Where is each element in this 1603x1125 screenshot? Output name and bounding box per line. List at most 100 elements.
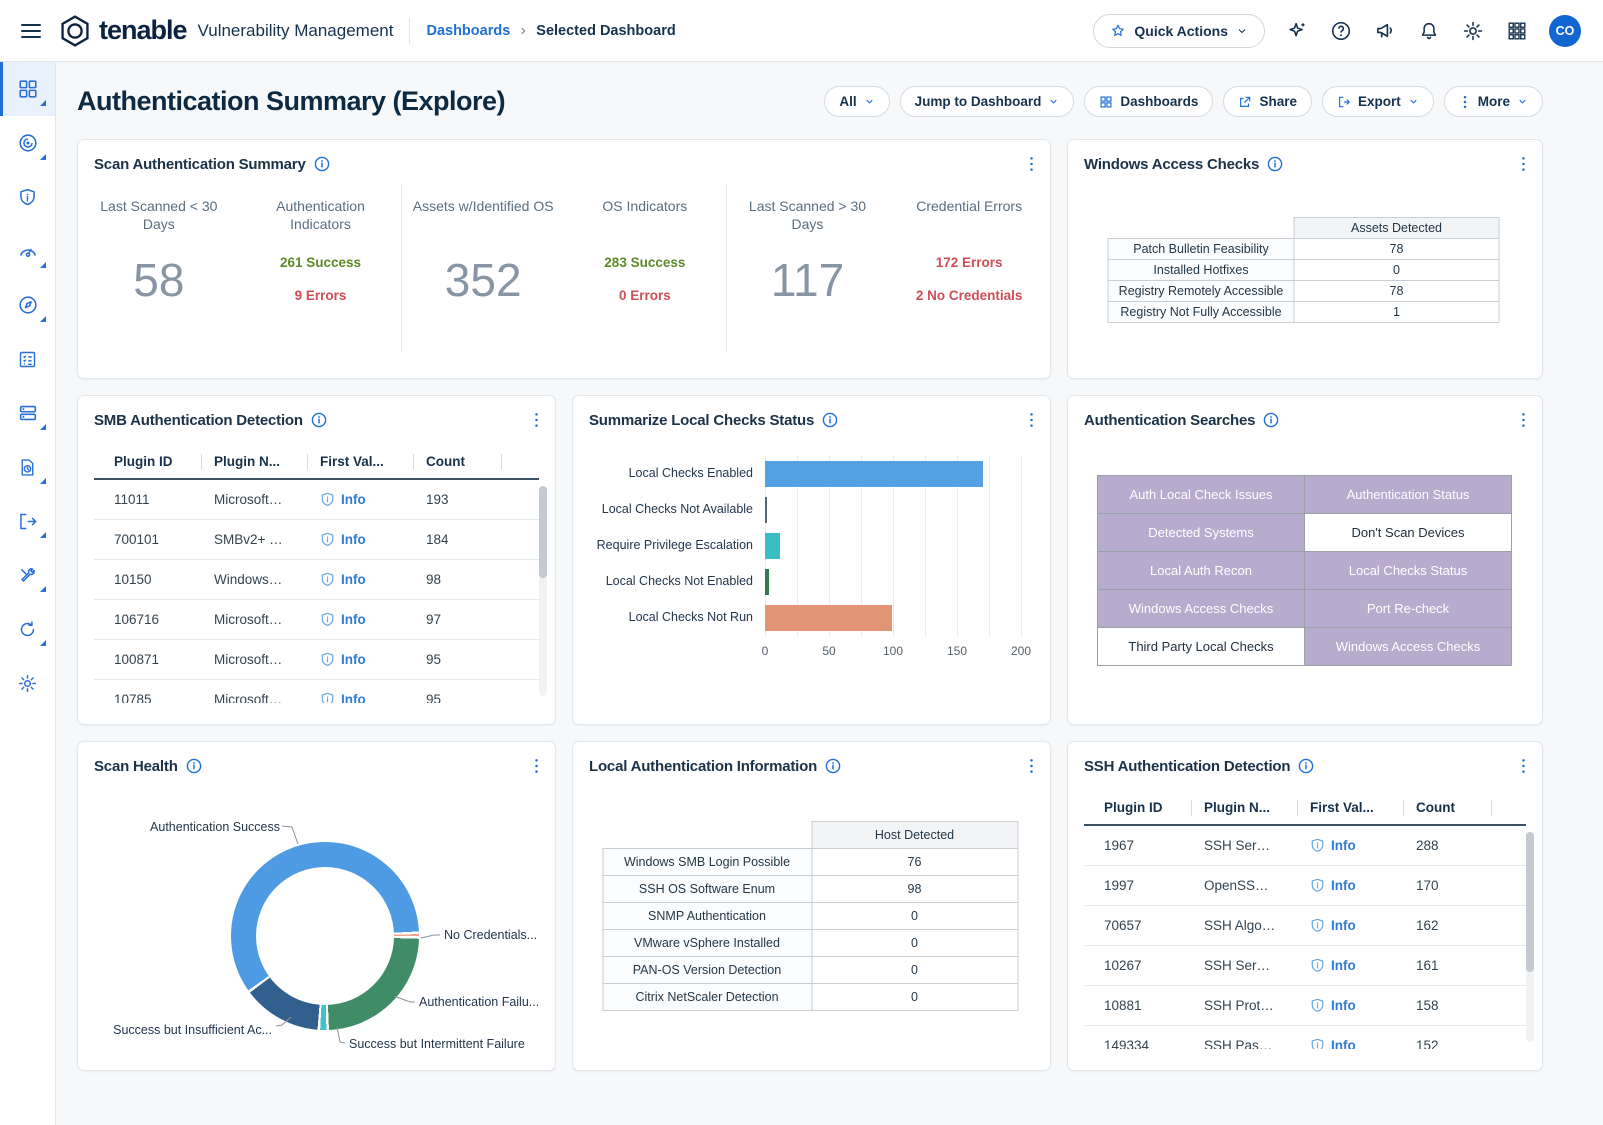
table-row[interactable]: 10881SSH Prot…Info158: [1084, 986, 1526, 1026]
quick-actions-button[interactable]: Quick Actions: [1093, 14, 1265, 48]
search-tile[interactable]: Windows Access Checks: [1097, 589, 1305, 628]
share-button[interactable]: Share: [1223, 86, 1312, 117]
info-link[interactable]: Info: [1331, 998, 1356, 1013]
search-tile[interactable]: Detected Systems: [1097, 513, 1305, 552]
table-row[interactable]: 106716Microsoft…Info97: [94, 600, 539, 640]
metric-success-line[interactable]: 283 Success: [604, 255, 685, 270]
table-row[interactable]: 10785Microsoft…Info95: [94, 680, 539, 703]
tenable-logo[interactable]: tenable Vulnerability Management: [58, 14, 393, 48]
info-link[interactable]: Info: [1331, 838, 1356, 853]
info-icon[interactable]: [1263, 412, 1279, 428]
notifications-bell-icon[interactable]: [1417, 19, 1441, 43]
metric-error-line[interactable]: 9 Errors: [295, 288, 347, 303]
search-tile[interactable]: Local Checks Status: [1304, 551, 1512, 590]
table-row[interactable]: Patch Bulletin Feasibility78: [1109, 239, 1502, 260]
table-row[interactable]: 1967SSH Ser…Info288: [1084, 826, 1526, 866]
search-tile[interactable]: Auth Local Check Issues: [1097, 475, 1305, 514]
export-button[interactable]: Export: [1322, 86, 1434, 117]
sidebar-item-refresh[interactable]: [0, 602, 55, 656]
info-icon[interactable]: [822, 412, 838, 428]
search-tile[interactable]: Authentication Status: [1304, 475, 1512, 514]
column-header-plugin-name[interactable]: Plugin N...: [202, 454, 308, 470]
info-icon[interactable]: [186, 758, 202, 774]
scrollbar-thumb[interactable]: [539, 486, 547, 578]
table-row[interactable]: Citrix NetScaler Detection0: [603, 984, 1020, 1011]
sidebar-item-reports[interactable]: [0, 440, 55, 494]
sidebar-item-export[interactable]: [0, 494, 55, 548]
metric-error-line[interactable]: 2 No Credentials: [916, 288, 1023, 303]
table-row[interactable]: 10150Windows…Info98: [94, 560, 539, 600]
metric-value[interactable]: 117: [771, 253, 844, 307]
column-header-first-value[interactable]: First Val...: [308, 454, 414, 470]
table-row[interactable]: SNMP Authentication0: [603, 903, 1020, 930]
hamburger-menu-icon[interactable]: [16, 16, 46, 46]
sidebar-item-scans[interactable]: [0, 386, 55, 440]
kebab-menu-icon[interactable]: [534, 411, 539, 429]
table-row[interactable]: 11011Microsoft…Info193: [94, 480, 539, 520]
info-icon[interactable]: [311, 412, 327, 428]
sidebar-item-settings[interactable]: [0, 656, 55, 710]
info-link[interactable]: Info: [341, 532, 366, 547]
info-icon[interactable]: [1298, 758, 1314, 774]
info-link[interactable]: Info: [341, 692, 366, 703]
metric-success-line[interactable]: 261 Success: [280, 255, 361, 270]
info-link[interactable]: Info: [341, 612, 366, 627]
scrollbar-thumb[interactable]: [1526, 832, 1534, 972]
sidebar-item-dashboards[interactable]: [0, 62, 55, 116]
sidebar-item-checklist[interactable]: [0, 332, 55, 386]
info-link[interactable]: Info: [1331, 878, 1356, 893]
column-header-count[interactable]: Count: [414, 454, 502, 470]
metric-error-line[interactable]: 172 Errors: [936, 255, 1003, 270]
search-tile[interactable]: Port Re-check: [1304, 589, 1512, 628]
table-row[interactable]: PAN-OS Version Detection0: [603, 957, 1020, 984]
info-link[interactable]: Info: [341, 572, 366, 587]
info-link[interactable]: Info: [341, 652, 366, 667]
dashboards-button[interactable]: Dashboards: [1084, 86, 1213, 117]
table-row[interactable]: 10267SSH Ser…Info161: [1084, 946, 1526, 986]
table-row[interactable]: 100871Microsoft…Info95: [94, 640, 539, 680]
ai-sparkle-icon[interactable]: [1285, 19, 1309, 43]
sidebar-item-explore[interactable]: [0, 278, 55, 332]
jump-to-dashboard-button[interactable]: Jump to Dashboard: [900, 86, 1075, 117]
column-header-plugin-name[interactable]: Plugin N...: [1192, 800, 1298, 816]
sidebar-item-findings[interactable]: [0, 116, 55, 170]
info-icon[interactable]: [825, 758, 841, 774]
bar[interactable]: [765, 533, 780, 559]
kebab-menu-icon[interactable]: [1521, 757, 1526, 775]
kebab-menu-icon[interactable]: [1521, 155, 1526, 173]
search-tile[interactable]: Third Party Local Checks: [1097, 627, 1305, 666]
kebab-menu-icon[interactable]: [1029, 411, 1034, 429]
info-link[interactable]: Info: [1331, 958, 1356, 973]
search-tile[interactable]: Windows Access Checks: [1304, 627, 1512, 666]
info-icon[interactable]: [1267, 156, 1283, 172]
table-row[interactable]: Installed Hotfixes0: [1109, 260, 1502, 281]
sidebar-item-tools[interactable]: [0, 548, 55, 602]
kebab-menu-icon[interactable]: [534, 757, 539, 775]
table-row[interactable]: 1997OpenSS…Info170: [1084, 866, 1526, 906]
kebab-menu-icon[interactable]: [1029, 155, 1034, 173]
metric-error-line[interactable]: 0 Errors: [619, 288, 671, 303]
bar[interactable]: [765, 569, 769, 595]
info-link[interactable]: Info: [1331, 918, 1356, 933]
app-switcher-grid-icon[interactable]: [1505, 19, 1529, 43]
scrollbar-track[interactable]: [1526, 832, 1534, 1042]
bar[interactable]: [765, 461, 983, 487]
column-header-count[interactable]: Count: [1404, 800, 1492, 816]
help-icon[interactable]: [1329, 19, 1353, 43]
bar[interactable]: [765, 497, 767, 523]
table-row[interactable]: SSH OS Software Enum98: [603, 876, 1020, 903]
info-icon[interactable]: [314, 156, 330, 172]
table-row[interactable]: Windows SMB Login Possible76: [603, 849, 1020, 876]
announcements-megaphone-icon[interactable]: [1373, 19, 1397, 43]
settings-gear-icon[interactable]: [1461, 19, 1485, 43]
sidebar-item-gauge[interactable]: [0, 224, 55, 278]
table-row[interactable]: VMware vSphere Installed0: [603, 930, 1020, 957]
table-row[interactable]: 70657SSH Algo…Info162: [1084, 906, 1526, 946]
info-link[interactable]: Info: [1331, 1038, 1356, 1049]
info-link[interactable]: Info: [341, 492, 366, 507]
search-tile[interactable]: Local Auth Recon: [1097, 551, 1305, 590]
table-row[interactable]: 149334SSH Pas…Info152: [1084, 1026, 1526, 1049]
kebab-menu-icon[interactable]: [1521, 411, 1526, 429]
more-button[interactable]: More: [1444, 86, 1543, 117]
metric-value[interactable]: 352: [445, 253, 522, 307]
